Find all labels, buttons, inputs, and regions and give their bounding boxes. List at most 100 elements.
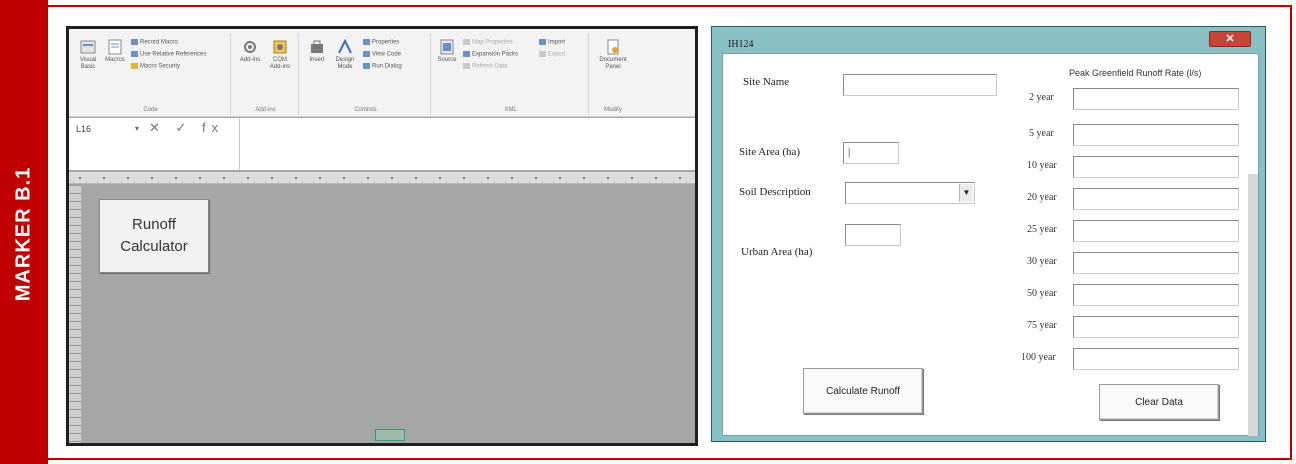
site-name-input[interactable] [843, 74, 997, 96]
return-period-label: 2 year [1029, 92, 1054, 103]
site-area-input[interactable]: | [843, 142, 899, 164]
ribbon-group-controls: Insert Design Mode Properties View Code … [301, 33, 431, 115]
formula-input[interactable] [239, 118, 695, 170]
record-macro-icon [131, 39, 138, 45]
properties-label: Properties [372, 39, 400, 46]
com-addins-label: COM Add-ins [269, 57, 291, 70]
export-icon [539, 51, 546, 57]
formula-bar: L16 ▾ ✕ ✓ fx [69, 118, 695, 170]
relative-refs-button[interactable]: Use Relative References [131, 51, 206, 58]
return-period-label: 50 year [1027, 288, 1057, 299]
runoff-rate-input[interactable] [1073, 316, 1239, 338]
site-name-label: Site Name [743, 76, 790, 88]
name-box-value: L16 [76, 124, 92, 134]
sheet-tab[interactable] [375, 429, 405, 441]
group-label-xml: XML [504, 107, 517, 113]
macros-button[interactable]: Macros [103, 39, 127, 64]
insert-control-button[interactable]: Insert [305, 39, 329, 64]
expansion-packs-button[interactable]: Expansion Packs [463, 51, 518, 58]
clear-data-button[interactable]: Clear Data [1099, 384, 1219, 420]
refresh-data-button: Refresh Data [463, 63, 507, 70]
macros-icon [108, 39, 122, 55]
source-button[interactable]: Source [435, 39, 459, 64]
return-period-label: 75 year [1027, 320, 1057, 331]
marker-label: MARKER B.1 [12, 166, 35, 302]
macro-security-button[interactable]: Macro Security [131, 63, 180, 70]
soil-description-select[interactable]: ▼ [845, 182, 975, 204]
urban-area-label: Urban Area (ha) [741, 246, 813, 258]
export-label: Export [548, 51, 566, 58]
ribbon: Visual Basic Macros Record Macro Use Rel… [69, 29, 695, 117]
relative-refs-label: Use Relative References [140, 51, 207, 58]
source-icon [440, 39, 454, 55]
gear-icon [244, 41, 256, 53]
insert-label: Insert [309, 57, 325, 63]
design-mode-button[interactable]: Design Mode [331, 39, 359, 71]
dialog-title: IH124 [728, 39, 754, 50]
soil-description-label: Soil Description [739, 186, 811, 198]
chevron-down-icon[interactable]: ▼ [959, 184, 973, 202]
ribbon-group-code: Visual Basic Macros Record Macro Use Rel… [71, 33, 231, 115]
runoff-rate-input[interactable] [1073, 188, 1239, 210]
source-label: Source [437, 57, 457, 63]
properties-icon [363, 39, 370, 45]
com-addins-icon [273, 40, 287, 54]
document-panel-icon [607, 39, 619, 55]
dialog-scrollbar[interactable] [1248, 174, 1258, 436]
visual-basic-icon [80, 40, 96, 54]
calculate-runoff-button[interactable]: Calculate Runoff [803, 368, 923, 414]
runoff-rate-input[interactable] [1073, 124, 1239, 146]
group-label-addins: Add-ins [255, 107, 276, 113]
run-dialog-icon [363, 63, 370, 69]
map-properties-icon [463, 39, 470, 45]
com-addins-button[interactable]: COM Add-ins [267, 39, 293, 71]
ribbon-group-modify: Document Panel Modify [591, 33, 635, 115]
urban-area-input[interactable] [845, 224, 901, 246]
marker-bar: MARKER B.1 [0, 0, 48, 464]
addins-button[interactable]: Add-ins [237, 39, 263, 64]
return-period-label: 20 year [1027, 192, 1057, 203]
runoff-rate-input[interactable] [1073, 220, 1239, 242]
runoff-rate-header: Peak Greenfield Runoff Rate (l/s) [1069, 68, 1202, 78]
import-button[interactable]: Import [539, 39, 565, 46]
name-box[interactable]: L16 ▾ [73, 122, 141, 138]
ruler-ticks [79, 177, 685, 179]
record-macro-button[interactable]: Record Macro [131, 39, 178, 46]
return-period-label: 100 year [1021, 352, 1056, 363]
properties-button[interactable]: Properties [363, 39, 399, 46]
relative-refs-icon [131, 51, 138, 57]
group-label-controls: Controls [354, 107, 377, 113]
visual-basic-button[interactable]: Visual Basic [75, 39, 101, 71]
formula-actions[interactable]: ✕ ✓ fx [149, 120, 224, 136]
toolbox-icon [311, 40, 323, 53]
run-dialog-label: Run Dialog [372, 63, 402, 70]
document-panel-button[interactable]: Document Panel [595, 39, 631, 71]
macros-label: Macros [105, 57, 125, 63]
runoff-rate-input[interactable] [1073, 252, 1239, 274]
dialog-body: Site Name Site Area (ha) | Soil Descript… [722, 53, 1259, 436]
return-period-label: 25 year [1027, 224, 1057, 235]
record-macro-label: Record Macro [140, 39, 178, 46]
addins-label: Add-ins [239, 57, 261, 63]
userform-dialog: IH124 ✕ Site Name Site Area (ha) | Soil … [711, 26, 1266, 442]
design-mode-icon [338, 39, 352, 54]
warning-icon [131, 63, 138, 69]
refresh-data-label: Refresh Data [472, 63, 508, 70]
runoff-rate-input[interactable] [1073, 156, 1239, 178]
export-button: Export [539, 51, 565, 58]
design-mode-label: Design Mode [335, 57, 355, 70]
excel-window: Visual Basic Macros Record Macro Use Rel… [66, 26, 698, 446]
document-panel-label: Document Panel [599, 57, 627, 70]
runoff-rate-input[interactable] [1073, 88, 1239, 110]
macro-security-label: Macro Security [140, 63, 181, 70]
close-icon[interactable]: ✕ [1209, 31, 1251, 47]
group-label-modify: Modify [604, 107, 622, 113]
run-dialog-button[interactable]: Run Dialog [363, 63, 402, 70]
frame-dot: . [60, 451, 63, 462]
return-period-label: 10 year [1027, 160, 1057, 171]
runoff-calculator-button[interactable]: Runoff Calculator [99, 199, 209, 273]
runoff-rate-input[interactable] [1073, 284, 1239, 306]
runoff-rate-input[interactable] [1073, 348, 1239, 370]
group-label-code: Code [143, 107, 158, 113]
view-code-button[interactable]: View Code [363, 51, 401, 58]
